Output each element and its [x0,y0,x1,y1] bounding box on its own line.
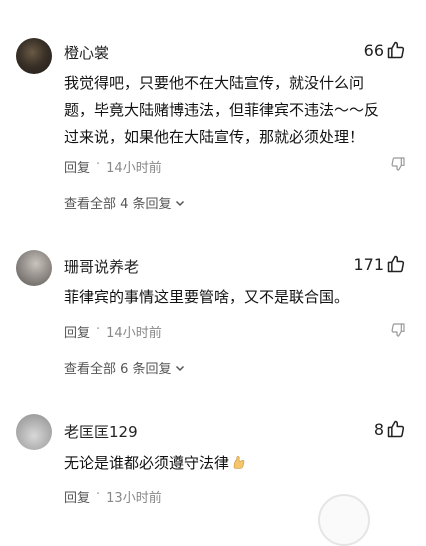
thumbs-down-icon[interactable] [390,156,406,172]
like-button[interactable]: 171 [353,254,406,274]
avatar[interactable] [16,414,52,450]
view-all-replies[interactable]: 查看全部 4 条回复 [64,193,186,212]
comment-line: 菲律宾的事情这里要管啥，又不是联合国。 [64,288,350,306]
flexed-biceps-emoji [233,456,245,469]
view-all-replies[interactable]: 查看全部 6 条回复 [64,358,186,377]
like-count: 171 [353,254,384,274]
comment-line: 我觉得吧，只要他不在大陆宣传，就没什么问 [64,74,365,92]
separator: · [96,157,101,172]
view-replies-label: 查看全部 6 条回复 [64,362,172,377]
like-count: 66 [363,40,384,60]
chevron-down-icon [175,200,184,206]
comment-meta: 回复 · 14小时前 [64,322,162,341]
chevron-down-icon [175,365,184,371]
separator: · [96,322,101,337]
thumbs-up-icon [387,255,405,273]
like-count: 8 [373,419,384,439]
thumbs-up-icon [387,420,405,438]
thumbs-up-icon [387,41,405,59]
comment-line-text: 无论是谁都必须遵守法律 [64,454,230,472]
like-button[interactable]: 8 [374,419,406,439]
comment-text: 无论是谁都必须遵守法律 [64,450,404,477]
username[interactable]: 老匡匡129 [64,421,138,442]
comment-text: 菲律宾的事情这里要管啥，又不是联合国。 [64,284,404,311]
comment-meta: 回复 · 13小时前 [64,487,162,506]
comment-line: 无论是谁都必须遵守法律 [64,450,404,477]
timestamp: 13小时前 [106,491,162,506]
reply-button[interactable]: 回复 [64,487,90,506]
avatar[interactable] [16,250,52,286]
comment-line: 过来说，如果他在大陆宣传，那就必须处理！ [64,128,365,146]
like-button[interactable]: 66 [364,40,406,60]
reply-button[interactable]: 回复 [64,157,90,176]
separator: · [96,487,101,502]
username[interactable]: 珊哥说养老 [64,256,139,277]
comment-line: 题，毕竟大陆赌博违法，但菲律宾不违法～～反 [64,101,380,119]
comment-meta: 回复 · 14小时前 [64,157,162,176]
view-replies-label: 查看全部 4 条回复 [64,197,172,212]
thumbs-down-icon[interactable] [390,322,406,338]
username[interactable]: 橙心裳 [64,42,109,63]
avatar[interactable] [16,38,52,74]
timestamp: 14小时前 [106,161,162,176]
comment-text: 我觉得吧，只要他不在大陆宣传，就没什么问 题，毕竟大陆赌博违法，但菲律宾不违法～… [64,70,404,151]
reply-button[interactable]: 回复 [64,322,90,341]
timestamp: 14小时前 [106,326,162,341]
